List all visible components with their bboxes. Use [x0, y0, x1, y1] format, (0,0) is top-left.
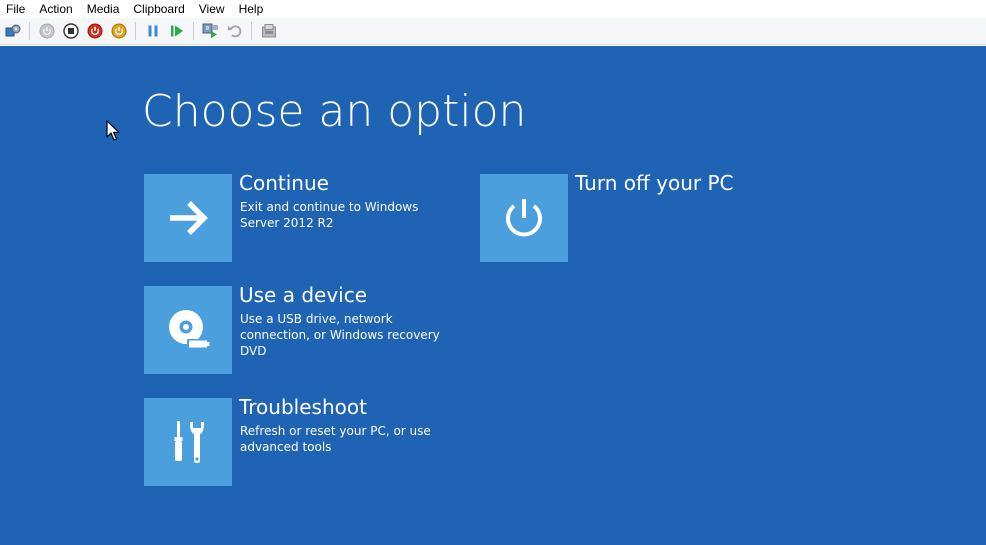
enhanced-session-icon: [262, 24, 276, 38]
toolbar-separator: [29, 22, 30, 40]
page-title: Choose an option: [142, 86, 527, 137]
menu-clipboard[interactable]: Clipboard: [126, 0, 191, 18]
option-use-device-description: Use a USB drive, network connection, or …: [240, 312, 440, 358]
shut-down-icon: [87, 23, 103, 39]
reset-icon: [171, 25, 183, 37]
menu-view[interactable]: View: [192, 0, 232, 18]
option-continue[interactable]: Continue Exit and continue to Windows Se…: [144, 171, 464, 262]
checkpoint-icon: [202, 23, 218, 38]
reset-button[interactable]: [167, 21, 187, 41]
toolbar-separator: [135, 22, 136, 40]
option-turn-off[interactable]: Turn off your PC: [480, 171, 800, 262]
option-use-device-title: Use a device: [239, 283, 368, 307]
option-continue-tile[interactable]: [144, 174, 232, 262]
menu-action[interactable]: Action: [32, 0, 79, 18]
menu-media[interactable]: Media: [80, 0, 127, 18]
enhanced-session-button[interactable]: [259, 21, 279, 41]
option-turn-off-title: Turn off your PC: [575, 171, 734, 195]
vm-connection-window: File Action Media Clipboard View Help Ch…: [0, 0, 986, 545]
option-continue-title: Continue: [239, 171, 329, 195]
mouse-cursor-icon: [106, 120, 120, 141]
option-troubleshoot[interactable]: Troubleshoot Refresh or reset your PC, o…: [144, 395, 464, 486]
option-use-device-tile[interactable]: [144, 286, 232, 374]
save-icon: [111, 23, 127, 39]
option-use-device[interactable]: Use a device Use a USB drive, network co…: [144, 283, 464, 374]
tools-icon: [174, 421, 204, 463]
power-icon: [506, 199, 542, 237]
arrow-right-icon: [170, 201, 208, 235]
revert-button[interactable]: [225, 21, 245, 41]
option-troubleshoot-tile[interactable]: [144, 398, 232, 486]
pause-icon: [148, 25, 158, 37]
menu-bar: File Action Media Clipboard View Help: [0, 0, 986, 18]
toolbar-separator: [193, 22, 194, 40]
disc-device-icon: [169, 310, 210, 349]
toolbar-separator: [251, 22, 252, 40]
settings-button[interactable]: [3, 21, 23, 41]
turn-off-icon: [63, 23, 79, 39]
option-continue-description: Exit and continue to Windows Server 2012…: [240, 200, 419, 230]
revert-icon: [227, 25, 242, 38]
checkpoint-button[interactable]: [201, 21, 221, 41]
option-troubleshoot-title: Troubleshoot: [239, 395, 367, 419]
pause-button[interactable]: [143, 21, 163, 41]
guest-screen[interactable]: Choose an option Continue Exit and conti…: [0, 46, 986, 545]
menu-help[interactable]: Help: [232, 0, 271, 18]
start-icon: [39, 23, 55, 39]
option-troubleshoot-description: Refresh or reset your PC, or use advance…: [240, 424, 431, 454]
settings-icon: [5, 24, 21, 37]
shut-down-button[interactable]: [85, 21, 105, 41]
option-turn-off-tile[interactable]: [480, 174, 568, 262]
turn-off-button[interactable]: [61, 21, 81, 41]
start-button[interactable]: [37, 21, 57, 41]
save-button[interactable]: [109, 21, 129, 41]
toolbar: [0, 18, 986, 45]
menu-file[interactable]: File: [0, 0, 32, 18]
